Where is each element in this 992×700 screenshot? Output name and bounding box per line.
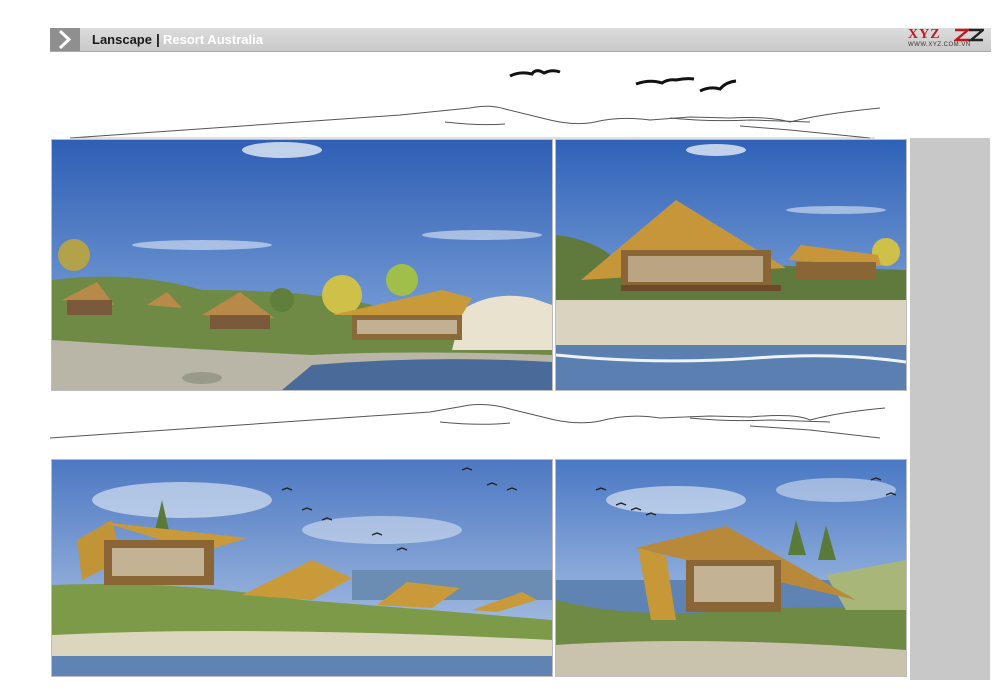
page-subtitle: Resort Australia bbox=[163, 32, 263, 47]
landscape-sketch-top bbox=[69, 69, 881, 139]
resort-render-4 bbox=[555, 459, 907, 677]
resort-render-2 bbox=[555, 139, 907, 391]
logo-text: XYZ bbox=[908, 27, 941, 42]
logo-mark-icon bbox=[954, 28, 984, 42]
landscape-sketch-middle bbox=[50, 404, 886, 439]
header-bar: Lanscape | Resort Australia bbox=[50, 28, 991, 52]
bird-icon bbox=[699, 79, 737, 93]
chevron-right-icon bbox=[50, 28, 80, 51]
side-panel bbox=[910, 138, 990, 680]
title-separator: | bbox=[156, 31, 160, 47]
logo-url: WWW.XYZ.COM.VN bbox=[908, 42, 971, 48]
bird-icon bbox=[635, 77, 695, 86]
company-logo: XYZ WWW.XYZ.COM.VN bbox=[906, 27, 988, 51]
bird-icon bbox=[509, 69, 561, 78]
page-title: Lanscape bbox=[92, 32, 152, 47]
resort-render-3 bbox=[51, 459, 553, 677]
resort-render-1 bbox=[51, 139, 553, 391]
